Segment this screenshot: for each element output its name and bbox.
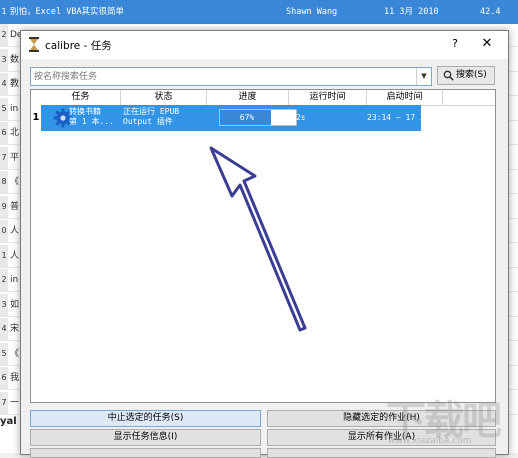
row-number: 4 xyxy=(0,318,8,340)
row-number: 9 xyxy=(0,195,8,218)
help-button[interactable]: ? xyxy=(447,36,463,52)
stop-all-button[interactable] xyxy=(30,448,261,458)
status-label: yal xyxy=(0,416,17,427)
close-button[interactable]: ✕ xyxy=(479,36,495,52)
hide-all-button[interactable] xyxy=(267,448,496,458)
dialog-titlebar[interactable]: calibre - 任务 ? ✕ xyxy=(21,31,508,59)
column-header-status[interactable]: 状态 xyxy=(121,90,207,105)
progress-label: 67% xyxy=(239,113,255,122)
search-button-label: 搜索(S) xyxy=(456,70,487,80)
column-header-start-time[interactable]: 启动时间 xyxy=(367,90,443,105)
runtime-value: 12s xyxy=(291,113,306,122)
search-icon xyxy=(443,70,454,81)
stop-selected-job-button[interactable]: 中止选定的任务(S) xyxy=(30,410,261,427)
column-header-runtime[interactable]: 运行时间 xyxy=(289,90,367,105)
row-number: 6 xyxy=(0,122,8,144)
row-number: 2 xyxy=(0,24,8,46)
show-job-info-button[interactable]: 显示任务信息(I) xyxy=(30,429,261,446)
search-input[interactable] xyxy=(31,68,415,85)
row-number: 3 xyxy=(0,293,8,316)
column-header-task[interactable]: 任务 xyxy=(41,90,121,105)
task-detail: 第 1 本... xyxy=(69,117,114,126)
row-number: 8 xyxy=(0,171,8,193)
search-button[interactable]: 搜索(S) xyxy=(437,66,495,85)
row-number: 5 xyxy=(0,342,8,365)
table-header: 任务 状态 进度 运行时间 启动时间 xyxy=(31,90,495,106)
row-number: 1 xyxy=(0,0,8,24)
row-number: 0 xyxy=(0,220,8,242)
dialog-title: calibre - 任务 xyxy=(45,40,112,52)
row-number: 3 xyxy=(0,48,8,71)
search-combobox[interactable]: ▼ xyxy=(30,67,432,86)
row-number: 4 xyxy=(0,73,8,95)
row-selection[interactable]: 转换书籍 第 1 本... 正在运行 EPUB Output 插件 67% 12… xyxy=(41,105,433,131)
book-author: Shawn Wang xyxy=(286,7,338,17)
progress-bar: 67% xyxy=(219,109,297,126)
table-row[interactable]: 1 转换书籍 第 1 本... 正在运行 EPUB Output 插件 67% … xyxy=(31,105,495,131)
status-detail: Output 插件 xyxy=(123,117,173,126)
row-number: 1 xyxy=(31,105,41,131)
row-number: 6 xyxy=(0,367,8,389)
book-title: 别怕，Excel VBA其实很简单 xyxy=(10,7,125,17)
status-text: 正在运行 EPUB xyxy=(123,107,180,116)
row-number: 7 xyxy=(0,391,8,414)
task-name: 转换书籍 xyxy=(69,107,101,116)
book-row-selected[interactable]: 1 别怕，Excel VBA其实很简单 Shawn Wang 11 3月 201… xyxy=(0,0,518,24)
column-header-progress[interactable]: 进度 xyxy=(207,90,289,105)
row-number: 1 xyxy=(0,244,8,267)
watermark-url: www.xiazaiba.com xyxy=(388,436,472,446)
row-number: 7 xyxy=(0,146,8,169)
chevron-down-icon[interactable]: ▼ xyxy=(416,68,431,85)
book-size: 42.4 xyxy=(480,7,501,17)
book-date: 11 3月 2010 xyxy=(384,7,439,17)
hourglass-icon xyxy=(29,37,39,52)
row-number: 2 xyxy=(0,269,8,291)
row-number: 5 xyxy=(0,97,8,120)
jobs-table[interactable]: 任务 状态 进度 运行时间 启动时间 1 转换书籍 第 1 本... 正在运行 … xyxy=(30,89,496,403)
start-time-value: 23:14 — 17 3月 xyxy=(367,113,433,122)
